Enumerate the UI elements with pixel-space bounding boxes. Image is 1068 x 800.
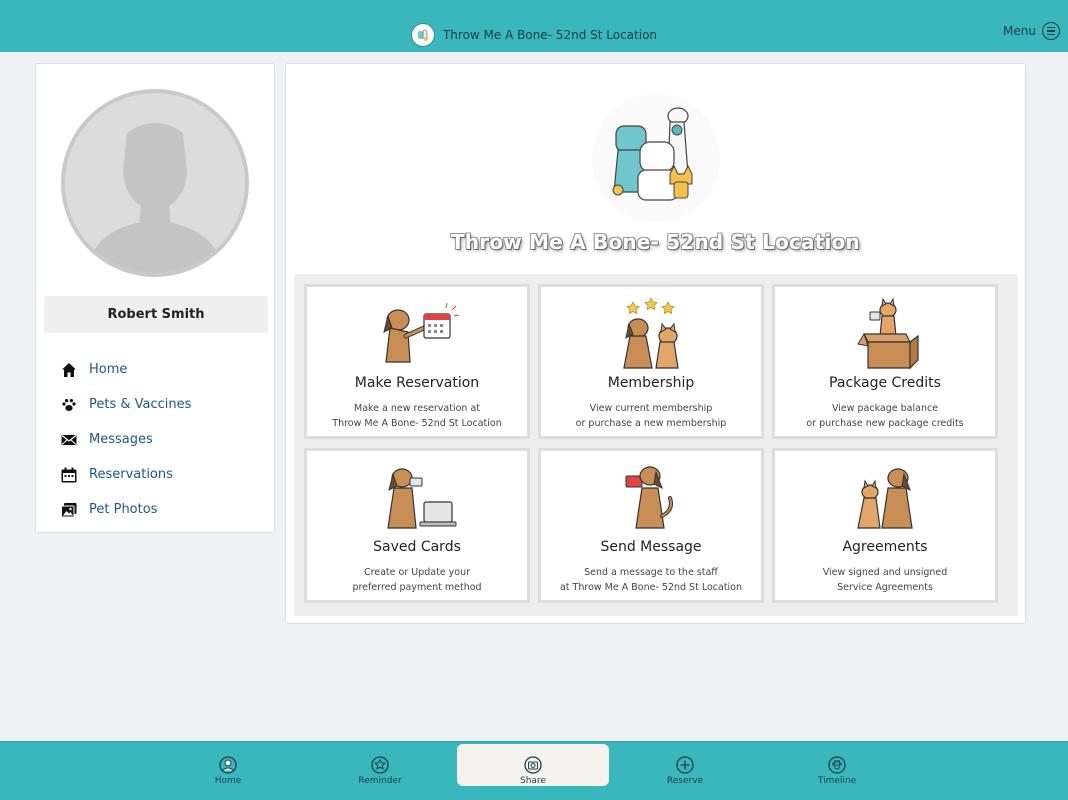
tab-label: Home (214, 776, 242, 786)
sidebar-item-label: Home (89, 362, 128, 377)
tile-title: Agreements (842, 539, 928, 555)
tab-timeline[interactable]: Timeline (761, 742, 913, 786)
package-credits-tile[interactable]: Package Credits View package balance or … (772, 284, 998, 439)
paw-circle-icon (828, 756, 846, 774)
tab-label: Timeline (817, 776, 857, 786)
plus-circle-icon (676, 756, 694, 774)
tile-title: Make Reservation (354, 375, 480, 391)
menu-label: Menu (1003, 24, 1036, 38)
tab-share[interactable]: Share (457, 744, 609, 786)
tile-title: Membership (607, 375, 695, 391)
make-reservation-tile[interactable]: Make Reservation Make a new reservation … (304, 284, 530, 439)
business-hero-logo (592, 94, 720, 222)
dog-letter-icon (541, 459, 761, 535)
tile-description: View current membership or purchase a ne… (547, 401, 755, 431)
profile-card: Robert Smith Home Pets & Vaccines Messag… (35, 63, 275, 533)
header-title-group: Throw Me A Bone- 52nd St Location (0, 22, 1068, 48)
tile-description: Create or Update your preferred payment … (313, 565, 521, 595)
profile-name: Robert Smith (44, 296, 268, 333)
agreements-tile[interactable]: Agreements View signed and unsigned Serv… (772, 448, 998, 603)
tile-title: Send Message (600, 539, 702, 555)
user-circle-icon (219, 756, 237, 774)
business-title: Throw Me A Bone- 52nd St Location (451, 230, 860, 254)
tile-desc-line: or purchase a new membership (575, 418, 727, 429)
tile-desc-line: Throw Me A Bone- 52nd St Location (332, 418, 502, 429)
sidebar-item-label: Reservations (89, 467, 173, 482)
sidebar-item-label: Messages (89, 432, 153, 447)
tile-title: Package Credits (829, 375, 941, 391)
sidebar-nav: Home Pets & Vaccines Messages Reservatio… (60, 352, 191, 527)
dog-calendar-icon (307, 295, 527, 371)
saved-cards-tile[interactable]: Saved Cards Create or Update your prefer… (304, 448, 530, 603)
tiles-panel: Make Reservation Make a new reservation … (294, 274, 1018, 616)
sidebar-item-reservations[interactable]: Reservations (60, 457, 191, 492)
tile-description: View signed and unsigned Service Agreeme… (781, 565, 989, 595)
tile-desc-line: View signed and unsigned (822, 567, 948, 578)
calendar-icon (60, 466, 78, 484)
envelope-icon (60, 431, 78, 449)
home-icon (60, 361, 78, 379)
tile-desc-line: Create or Update your (363, 567, 471, 578)
dogs-stars-icon (541, 295, 761, 371)
tile-desc-line: Make a new reservation at (354, 403, 480, 414)
tile-description: Send a message to the staff at Throw Me … (547, 565, 755, 595)
send-message-tile[interactable]: Send Message Send a message to the staff… (538, 448, 764, 603)
tile-desc-line: View package balance (831, 403, 939, 414)
tile-description: View package balance or purchase new pac… (781, 401, 989, 431)
tile-desc-line: preferred payment method (352, 582, 482, 593)
dog-in-box-icon (775, 295, 995, 371)
header-title: Throw Me A Bone- 52nd St Location (442, 28, 658, 42)
dog-card-laptop-icon (307, 459, 527, 535)
main-card: Throw Me A Bone- 52nd St Location Make R… (285, 63, 1026, 624)
tile-desc-line: Service Agreements (837, 582, 933, 593)
sidebar-item-home[interactable]: Home (60, 352, 191, 387)
avatar[interactable] (61, 89, 249, 277)
two-dogs-icon (775, 459, 995, 535)
sidebar-item-pet-photos[interactable]: Pet Photos (60, 492, 191, 527)
menu-button[interactable]: Menu (1003, 22, 1060, 40)
paw-icon (60, 396, 78, 414)
tab-reminder[interactable]: Reminder (304, 742, 456, 786)
star-icon (371, 756, 389, 774)
sidebar-item-label: Pets & Vaccines (89, 397, 192, 412)
sidebar-item-pets-vaccines[interactable]: Pets & Vaccines (60, 387, 191, 422)
bottom-tab-bar: Home Reminder Share Reserve Timeline (0, 741, 1068, 800)
tab-home[interactable]: Home (152, 742, 304, 786)
sidebar-item-label: Pet Photos (89, 502, 158, 517)
tile-desc-line: or purchase new package credits (806, 418, 964, 429)
camera-icon (524, 756, 542, 774)
tab-label: Share (520, 776, 546, 786)
tile-title: Saved Cards (373, 539, 461, 555)
tab-label: Reminder (358, 776, 402, 786)
tab-label: Reserve (666, 776, 704, 786)
hamburger-icon (1042, 22, 1060, 40)
tile-desc-line: Send a message to the staff (584, 567, 718, 578)
top-bar: Throw Me A Bone- 52nd St Location Menu (0, 0, 1068, 52)
membership-tile[interactable]: Membership View current membership or pu… (538, 284, 764, 439)
business-logo-icon (410, 23, 435, 47)
tile-desc-line: View current membership (589, 403, 713, 414)
tab-reserve[interactable]: Reserve (609, 742, 761, 786)
photos-icon (60, 501, 78, 519)
sidebar-item-messages[interactable]: Messages (60, 422, 191, 457)
tile-description: Make a new reservation at Throw Me A Bon… (313, 401, 521, 431)
tile-desc-line: at Throw Me A Bone- 52nd St Location (559, 582, 743, 593)
